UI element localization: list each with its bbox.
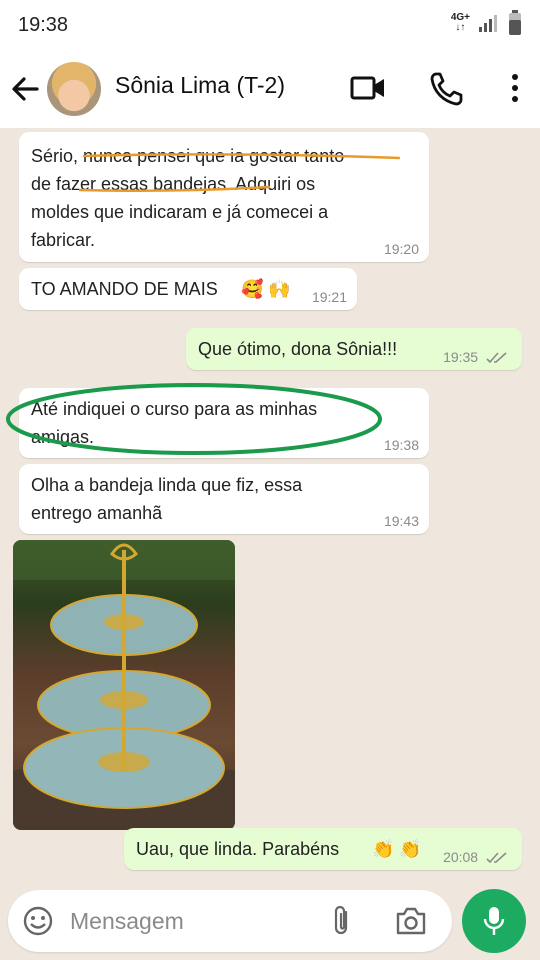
message-bubble-incoming[interactable]: Olha a bandeja linda que fiz, essa entre… — [19, 464, 429, 534]
camera-icon[interactable] — [394, 905, 428, 937]
message-line: Olha a bandeja linda que fiz, essa — [31, 475, 303, 495]
emoji-reactions: 👏 👏 — [372, 839, 422, 859]
message-text: Uau, que linda. Parabéns — [136, 839, 340, 859]
back-arrow-icon[interactable] — [10, 72, 40, 106]
message-text: Que ótimo, dona Sônia!!! — [198, 339, 398, 359]
double-check-icon — [486, 852, 507, 864]
message-line: moldes que indicaram e já comecei a — [31, 202, 329, 222]
phone-icon[interactable] — [430, 70, 464, 106]
image-message[interactable] — [13, 540, 235, 830]
tray-stand-image — [13, 540, 235, 830]
message-time: 20:08 — [443, 848, 479, 865]
message-time: 19:43 — [383, 513, 419, 529]
double-check-icon — [486, 352, 507, 364]
annotation-circle — [6, 383, 382, 455]
status-indicators: 4G+ ↓↑ — [451, 10, 522, 36]
message-time: 19:21 — [311, 289, 347, 305]
status-bar: 19:38 4G+ ↓↑ — [0, 0, 540, 50]
message-time-wrap: 20:08 — [443, 850, 508, 864]
mic-button[interactable] — [462, 889, 526, 953]
message-text: TO AMANDO DE MAIS — [31, 279, 218, 299]
video-call-icon[interactable] — [350, 70, 386, 106]
network-type: 4G+ ↓↑ — [451, 13, 470, 33]
signal-icon — [479, 15, 497, 32]
avatar[interactable] — [47, 62, 101, 116]
message-time-wrap: 19:35 — [443, 350, 508, 364]
contact-name[interactable]: Sônia Lima (T-2) — [115, 72, 285, 99]
network-arrows: ↓↑ — [455, 22, 466, 33]
chat-area: Sério, nunca pensei que ia gostar tanto … — [0, 128, 540, 880]
emoji-reactions: 🥰 🙌 — [241, 279, 291, 299]
message-time: 19:38 — [383, 437, 419, 453]
message-line: fabricar. — [31, 230, 96, 250]
message-time: 19:35 — [443, 348, 479, 365]
message-bubble-incoming[interactable]: TO AMANDO DE MAIS 🥰 🙌 19:21 — [19, 268, 357, 310]
message-bubble-outgoing[interactable]: Que ótimo, dona Sônia!!! 19:35 — [186, 328, 522, 370]
message-bubble-incoming[interactable]: Sério, nunca pensei que ia gostar tanto … — [19, 132, 429, 262]
message-line: entrego amanhã — [31, 503, 163, 523]
emoji-icon[interactable] — [22, 905, 54, 937]
more-vert-icon[interactable] — [505, 70, 525, 106]
message-time: 19:20 — [383, 241, 419, 257]
status-time: 19:38 — [18, 14, 69, 36]
annotation-underline — [79, 153, 401, 193]
message-bubble-outgoing[interactable]: Uau, que linda. Parabéns 👏 👏 20:08 — [124, 828, 522, 870]
mic-icon — [483, 907, 505, 935]
chat-header: Sônia Lima (T-2) — [0, 50, 540, 128]
message-input[interactable]: Mensagem — [70, 908, 184, 935]
attach-icon[interactable] — [330, 904, 354, 938]
battery-icon — [509, 10, 521, 35]
message-composer: Mensagem — [8, 890, 452, 952]
